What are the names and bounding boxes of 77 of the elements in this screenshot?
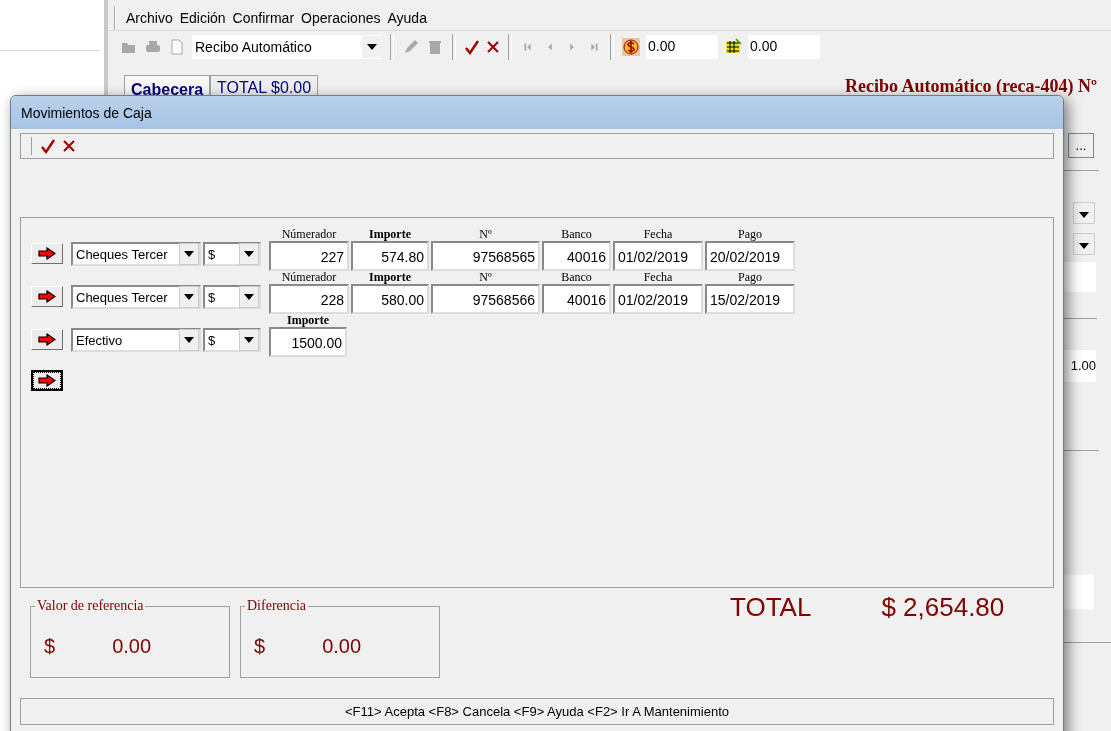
menu-item[interactable]: Edición (179, 10, 226, 26)
payment-type-dropdown[interactable]: Cheques Tercer (71, 285, 201, 309)
cancel-icon[interactable] (62, 139, 76, 153)
browse-button[interactable]: ... (1068, 133, 1094, 158)
input-field[interactable]: 580.00 (351, 284, 429, 314)
input-field[interactable]: 228 (269, 284, 349, 314)
field-label: Númerador (280, 228, 338, 241)
input-field[interactable]: 15/02/2019 (705, 284, 795, 314)
caret-icon (1079, 243, 1089, 249)
accept-icon[interactable] (40, 138, 56, 154)
caret-icon (244, 294, 254, 300)
document-type-dropdown[interactable]: Recibo Automático (192, 35, 382, 59)
amount-field[interactable]: 0.00 (646, 35, 718, 59)
menu-item[interactable]: Confirmar (232, 10, 295, 26)
caret-icon (184, 251, 194, 257)
currency-dropdown[interactable]: $ (203, 285, 261, 309)
input-field[interactable]: 01/02/2019 (613, 284, 703, 314)
payment-type-dropdown[interactable]: Efectivo (71, 328, 201, 352)
payment-type-dropdown[interactable]: Cheques Tercer (71, 242, 201, 266)
caret-icon (184, 294, 194, 300)
field-label: Fecha (642, 271, 674, 284)
field-label: Pago (737, 271, 763, 284)
field-label: Nº (478, 271, 493, 284)
add-button[interactable] (31, 370, 63, 391)
dropdown-button[interactable] (1073, 233, 1095, 255)
field-label: Importe (286, 314, 330, 327)
input-field[interactable] (1062, 262, 1096, 292)
arrow-button[interactable] (31, 286, 63, 307)
menu-item[interactable]: Archivo (126, 10, 173, 26)
input-field[interactable]: 20/02/2019 (705, 241, 795, 271)
caret-icon (244, 337, 254, 343)
input-field[interactable] (1062, 575, 1094, 609)
field-label: Nº (478, 228, 493, 241)
menu-item[interactable]: Ayuda (387, 10, 427, 26)
arrow-icon (38, 247, 56, 260)
arrow-button[interactable] (31, 329, 63, 350)
input-field[interactable]: 01/02/2019 (613, 241, 703, 271)
input-field[interactable]: 574.80 (351, 241, 429, 271)
total-label: TOTAL (730, 592, 812, 623)
total-value: $ 2,654.80 (881, 592, 1005, 623)
amount-value: 0.00 (322, 634, 362, 658)
value-field[interactable]: 1.00 (1062, 350, 1096, 382)
amount-field[interactable]: 0.00 (748, 35, 820, 59)
input-field[interactable]: 227 (269, 241, 349, 271)
caret-icon (184, 337, 194, 343)
calculator-icon[interactable] (724, 38, 742, 56)
cancel-icon[interactable] (486, 40, 500, 54)
field-label: Pago (737, 228, 763, 241)
currency-symbol: $ (254, 634, 266, 658)
arrow-button[interactable] (31, 243, 63, 264)
amount-value: 0.00 (112, 634, 152, 658)
field-label: Banco (560, 271, 593, 284)
input-field[interactable]: 97568566 (431, 284, 540, 314)
input-field[interactable]: 40016 (542, 241, 611, 271)
input-field[interactable]: 97568565 (431, 241, 540, 271)
field-label: Númerador (280, 271, 338, 284)
receipt-title: Recibo Automático (reca-404) Nº (844, 76, 1097, 98)
field-label: Importe (368, 228, 412, 241)
menu-item[interactable]: Operaciones (301, 10, 381, 26)
dropdown-button[interactable] (1073, 202, 1095, 224)
caret-icon (1079, 212, 1089, 218)
confirm-icon[interactable] (464, 39, 480, 55)
field-label: Importe (368, 271, 412, 284)
currency-dropdown[interactable]: $ (203, 242, 261, 266)
caret-icon (244, 251, 254, 257)
caret-icon (367, 44, 377, 50)
arrow-icon (38, 290, 56, 303)
arrow-icon (38, 374, 56, 387)
field-label: Fecha (642, 228, 674, 241)
status-bar: <F11> Acepta <F8> Cancela <F9> Ayuda <F2> Ir A Mantenimiento (20, 698, 1054, 725)
currency-symbol: $ (44, 634, 56, 658)
arrow-icon (38, 333, 56, 346)
currency-dropdown[interactable]: $ (203, 328, 261, 352)
field-label: Banco (560, 228, 593, 241)
dollar-icon[interactable] (622, 38, 640, 56)
input-field[interactable]: 40016 (542, 284, 611, 314)
input-field[interactable]: 1500.00 (269, 327, 347, 357)
